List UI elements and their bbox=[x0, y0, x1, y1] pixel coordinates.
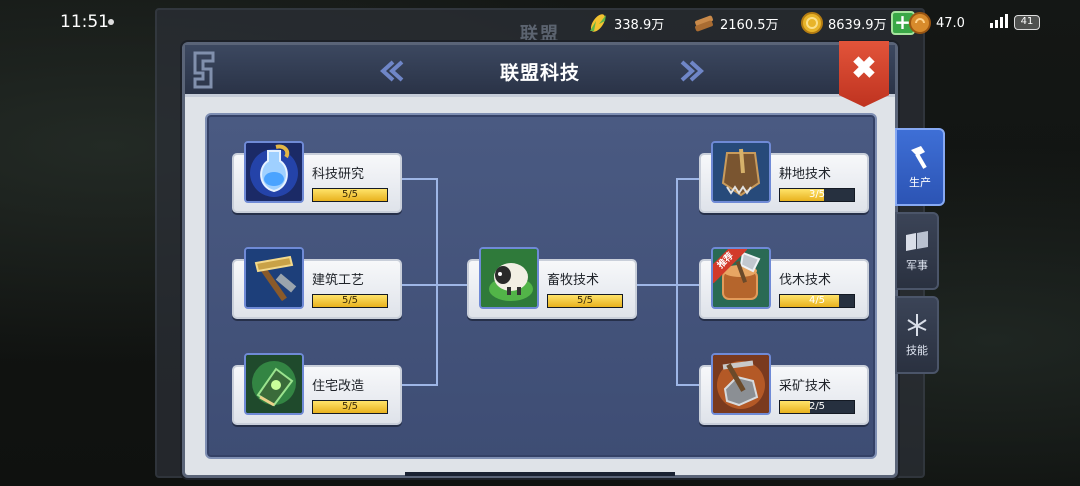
next-page-arrow-icon[interactable] bbox=[679, 59, 705, 83]
gold-amount: 8639.9万 bbox=[828, 17, 887, 33]
signal-icon bbox=[990, 14, 1008, 28]
progress-text: 4/5 bbox=[808, 295, 826, 306]
hammer-pick-icon bbox=[244, 247, 304, 309]
page-title: 联盟科技 bbox=[499, 62, 580, 84]
progress-text: 2/5 bbox=[808, 401, 826, 412]
spellbook-icon bbox=[244, 353, 304, 415]
resource-bronze[interactable]: 47.0 bbox=[908, 10, 965, 36]
plow-icon bbox=[711, 141, 771, 203]
tab-label: 技能 bbox=[906, 344, 928, 357]
prev-page-arrow-icon[interactable] bbox=[379, 59, 405, 83]
wood-icon bbox=[692, 11, 716, 35]
resource-food[interactable]: 338.9万 bbox=[586, 10, 664, 36]
recommend-badge-label: 推荐 bbox=[713, 249, 747, 283]
resource-gold[interactable]: 8639.9万 + bbox=[800, 10, 915, 36]
resource-wood[interactable]: 2160.5万 bbox=[692, 10, 779, 36]
bottom-shadow bbox=[405, 472, 675, 476]
window-header: 联盟科技 ✖ bbox=[185, 41, 895, 107]
tab-label: 生产 bbox=[909, 176, 931, 189]
system-icons: 41 bbox=[990, 12, 1050, 34]
close-icon: ✖ bbox=[851, 52, 877, 85]
tech-name: 伐木技术 bbox=[779, 273, 832, 288]
progress-text: 5/5 bbox=[341, 295, 359, 306]
tab-military[interactable]: 军事 bbox=[895, 212, 939, 290]
hammer-icon bbox=[911, 146, 927, 169]
corn-icon bbox=[586, 11, 610, 35]
tab-label: 军事 bbox=[906, 259, 928, 272]
clock: 11:51 bbox=[60, 12, 109, 32]
tech-progress-bar: 5/5 bbox=[312, 294, 388, 308]
tech-name: 畜牧技术 bbox=[547, 273, 600, 288]
notification-dot bbox=[108, 19, 114, 25]
tech-name: 科技研究 bbox=[312, 167, 365, 182]
status-bar: 11:51 338.9万 2160.5万 8639.9万 + 47.0 41 bbox=[0, 0, 1080, 44]
battery-icon: 41 bbox=[1014, 15, 1040, 30]
sheep-icon bbox=[479, 247, 539, 309]
tech-node-logging[interactable]: 推荐 伐木技术 4/5 bbox=[699, 247, 869, 319]
tech-progress-bar: 4/5 bbox=[779, 294, 855, 308]
bronze-amount: 47.0 bbox=[936, 15, 965, 31]
tech-progress-bar: 5/5 bbox=[312, 400, 388, 414]
tech-node-research[interactable]: 科技研究 5/5 bbox=[232, 141, 402, 213]
bronze-coin-icon bbox=[908, 11, 932, 35]
progress-text: 5/5 bbox=[341, 401, 359, 412]
tech-name: 采矿技术 bbox=[779, 379, 832, 394]
progress-text: 3/5 bbox=[808, 189, 826, 200]
recommend-badge: 推荐 bbox=[713, 249, 747, 283]
tech-name: 住宅改造 bbox=[312, 379, 365, 394]
tech-progress-bar: 2/5 bbox=[779, 400, 855, 414]
tech-node-mining[interactable]: 采矿技术 2/5 bbox=[699, 353, 869, 425]
food-amount: 338.9万 bbox=[614, 17, 665, 33]
tech-progress-bar: 5/5 bbox=[547, 294, 623, 308]
potion-icon bbox=[244, 141, 304, 203]
tech-progress-bar: 5/5 bbox=[312, 188, 388, 202]
progress-text: 5/5 bbox=[341, 189, 359, 200]
book-icon bbox=[906, 231, 928, 251]
tab-skills[interactable]: 技能 bbox=[895, 296, 939, 374]
tech-name: 耕地技术 bbox=[779, 167, 832, 182]
skill-icon bbox=[907, 314, 927, 336]
tech-name: 建筑工艺 bbox=[312, 273, 365, 288]
ore-pickaxe-icon bbox=[711, 353, 771, 415]
gold-coin-icon bbox=[800, 11, 824, 35]
tech-node-housing[interactable]: 住宅改造 5/5 bbox=[232, 353, 402, 425]
tech-node-farming[interactable]: 耕地技术 3/5 bbox=[699, 141, 869, 213]
alliance-tech-window: 联盟科技 ✖ 科技研究 5/5 建筑工艺 5/5 住宅改造 5/5 畜牧技术 5… bbox=[182, 41, 898, 478]
wood-amount: 2160.5万 bbox=[720, 17, 779, 33]
tech-node-architecture[interactable]: 建筑工艺 5/5 bbox=[232, 247, 402, 319]
tab-production[interactable]: 生产 bbox=[895, 128, 945, 206]
progress-text: 5/5 bbox=[576, 295, 594, 306]
tech-tree-panel: 科技研究 5/5 建筑工艺 5/5 住宅改造 5/5 畜牧技术 5/5 耕地技术… bbox=[205, 113, 877, 459]
axe-icon: 推荐 bbox=[711, 247, 771, 309]
tech-node-husbandry[interactable]: 畜牧技术 5/5 bbox=[467, 247, 637, 319]
tech-progress-bar: 3/5 bbox=[779, 188, 855, 202]
close-button[interactable]: ✖ bbox=[839, 41, 889, 107]
